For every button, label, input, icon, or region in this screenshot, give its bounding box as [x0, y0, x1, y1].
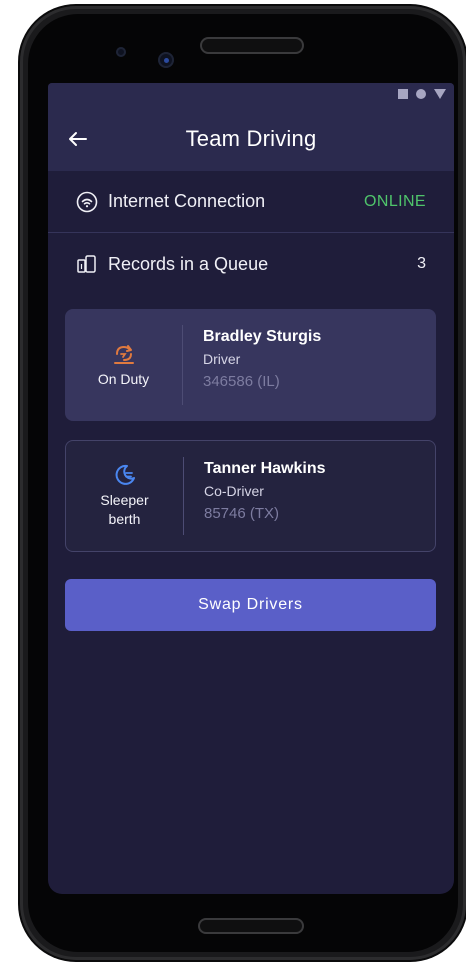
duty-status-line2: berth [108, 511, 141, 527]
duty-status: Sleeper berth [66, 441, 183, 551]
signal-icon [434, 89, 446, 99]
duty-status-label: Sleeper berth [100, 491, 148, 529]
back-arrow-icon [69, 132, 87, 146]
records-queue-count: 3 [417, 255, 426, 272]
app-screen: Team Driving Internet Connection ONLINE … [48, 83, 454, 894]
duty-status-label: On Duty [97, 370, 150, 387]
wifi-icon [76, 191, 98, 212]
co-driver-info: Tanner Hawkins Co-Driver 85746 (TX) [184, 441, 326, 551]
app-header: Team Driving [48, 107, 454, 171]
swap-drivers-button[interactable]: Swap Drivers [65, 579, 436, 631]
back-button[interactable] [64, 125, 92, 153]
driver-info: Bradley Sturgis Driver 346586 (IL) [183, 309, 321, 421]
bottom-speaker [198, 918, 304, 934]
internet-connection-label: Internet Connection [108, 191, 266, 211]
driver-card[interactable]: On Duty Bradley Sturgis Driver 346586 (I… [65, 309, 436, 421]
duty-status: On Duty [65, 309, 182, 421]
status-icons [398, 89, 446, 99]
front-camera [158, 52, 174, 68]
proximity-sensor [116, 47, 126, 57]
driver-license: 346586 (IL) [203, 373, 280, 390]
records-queue-row: Records in a Queue 3 [48, 233, 454, 295]
co-driver-card[interactable]: Sleeper berth Tanner Hawkins Co-Driver 85… [65, 440, 436, 552]
status-bar [48, 83, 454, 107]
connection-status: ONLINE [364, 192, 426, 210]
driver-role: Driver [203, 351, 241, 367]
records-icon [77, 255, 96, 273]
on-duty-icon [113, 344, 134, 364]
duty-status-line1: Sleeper [100, 492, 149, 508]
earpiece-speaker [200, 37, 304, 54]
records-queue-label: Records in a Queue [108, 253, 269, 274]
page-title: Team Driving [185, 126, 317, 151]
co-driver-name: Tanner Hawkins [204, 460, 326, 477]
driver-name: Bradley Sturgis [203, 328, 322, 345]
sleeper-berth-icon [115, 464, 135, 485]
internet-connection-row: Internet Connection ONLINE [48, 171, 454, 233]
recent-apps-icon [398, 89, 408, 99]
co-driver-role: Co-Driver [204, 483, 264, 499]
home-icon [416, 89, 426, 99]
co-driver-license: 85746 (TX) [204, 505, 280, 522]
